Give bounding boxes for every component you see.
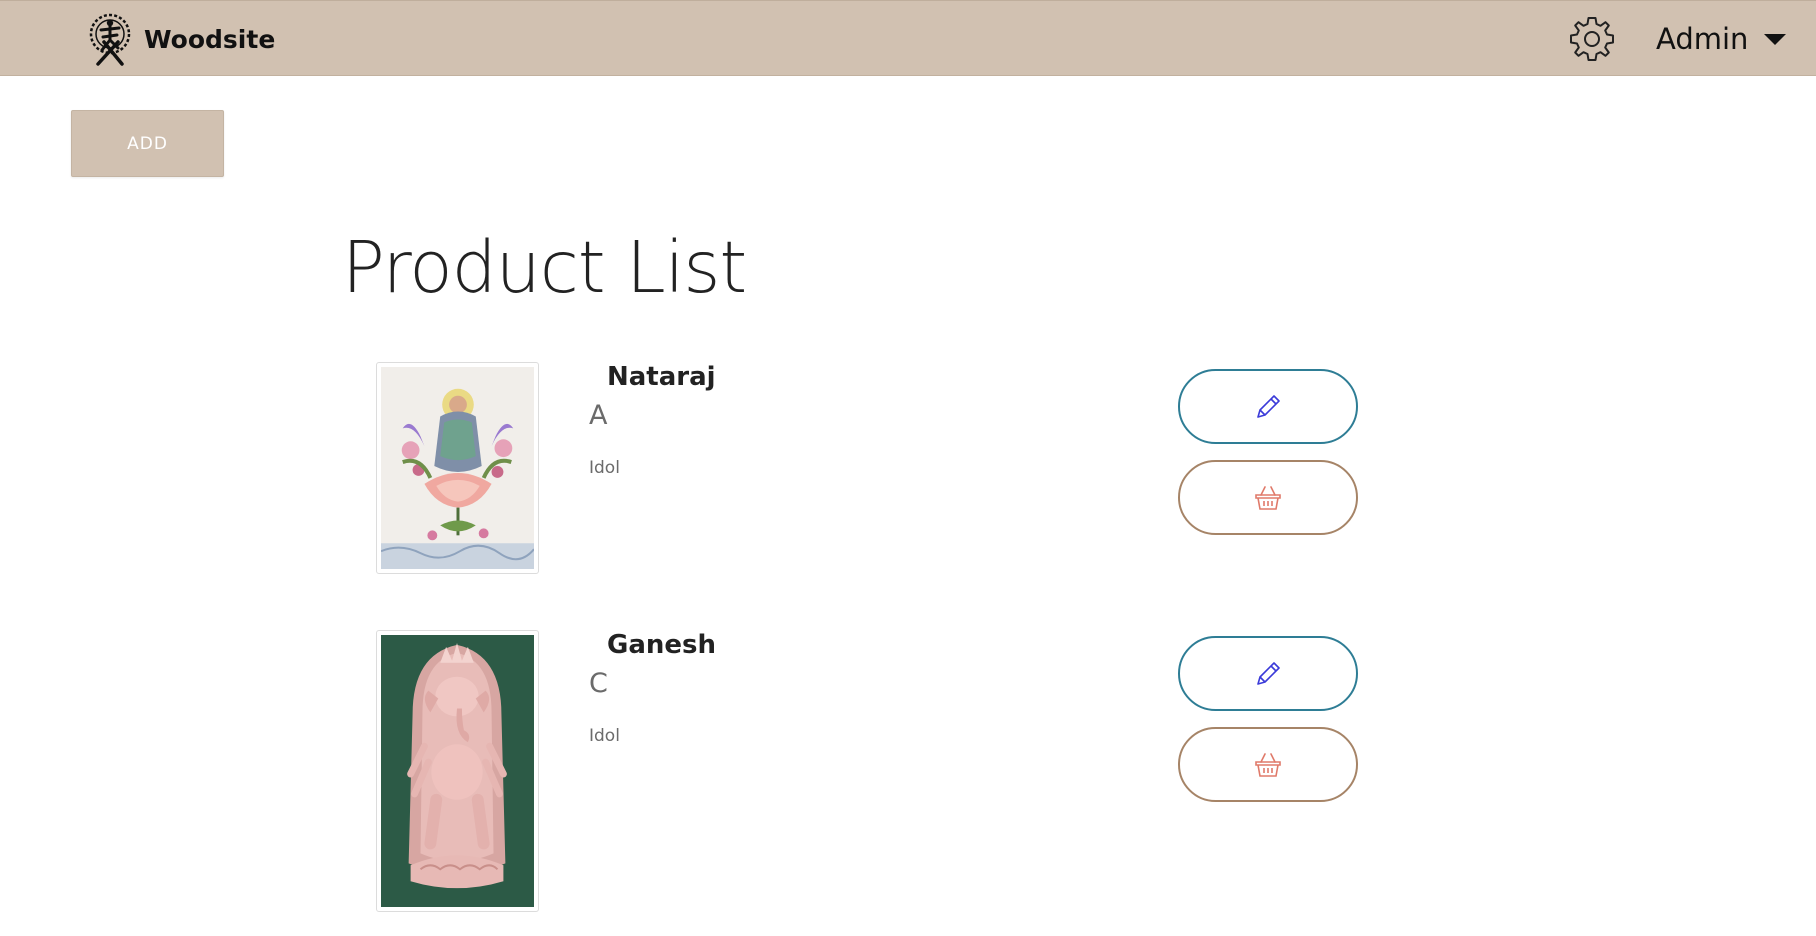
product-category: Idol bbox=[589, 458, 620, 478]
top-navbar: Woodsite Admin bbox=[0, 0, 1816, 76]
delete-product-button[interactable] bbox=[1178, 460, 1358, 535]
basket-icon bbox=[1255, 485, 1281, 510]
product-image[interactable] bbox=[376, 362, 539, 574]
pencil-icon bbox=[1257, 394, 1280, 418]
user-menu-dropdown[interactable]: Admin bbox=[1656, 19, 1787, 59]
product-category: Idol bbox=[589, 726, 620, 746]
edit-product-button[interactable] bbox=[1178, 369, 1358, 444]
delete-product-button[interactable] bbox=[1178, 727, 1358, 802]
product-name: Ganesh bbox=[607, 630, 717, 660]
page-title: Product List bbox=[342, 226, 747, 309]
edit-product-button[interactable] bbox=[1178, 636, 1358, 711]
settings-button[interactable] bbox=[1568, 15, 1616, 63]
caret-down-icon bbox=[1764, 33, 1787, 45]
product-image[interactable] bbox=[376, 630, 539, 912]
product-list-item: Ganesh C Idol bbox=[0, 630, 1816, 912]
dancing-deity-emblem-icon bbox=[89, 13, 131, 66]
add-product-button[interactable]: ADD bbox=[71, 110, 224, 177]
brand-name: Woodsite bbox=[144, 24, 276, 54]
product-code: C bbox=[589, 668, 608, 699]
product-list-item: Nataraj A Idol bbox=[0, 362, 1816, 582]
deity-painting-image bbox=[381, 367, 534, 569]
product-code: A bbox=[589, 400, 608, 431]
user-name: Admin bbox=[1656, 22, 1749, 56]
pencil-icon bbox=[1257, 661, 1280, 685]
gear-icon bbox=[1570, 17, 1614, 61]
ganesh-statue-image bbox=[381, 635, 534, 907]
product-name: Nataraj bbox=[607, 362, 716, 392]
brand-link[interactable]: Woodsite bbox=[88, 12, 275, 66]
basket-icon bbox=[1255, 752, 1281, 777]
